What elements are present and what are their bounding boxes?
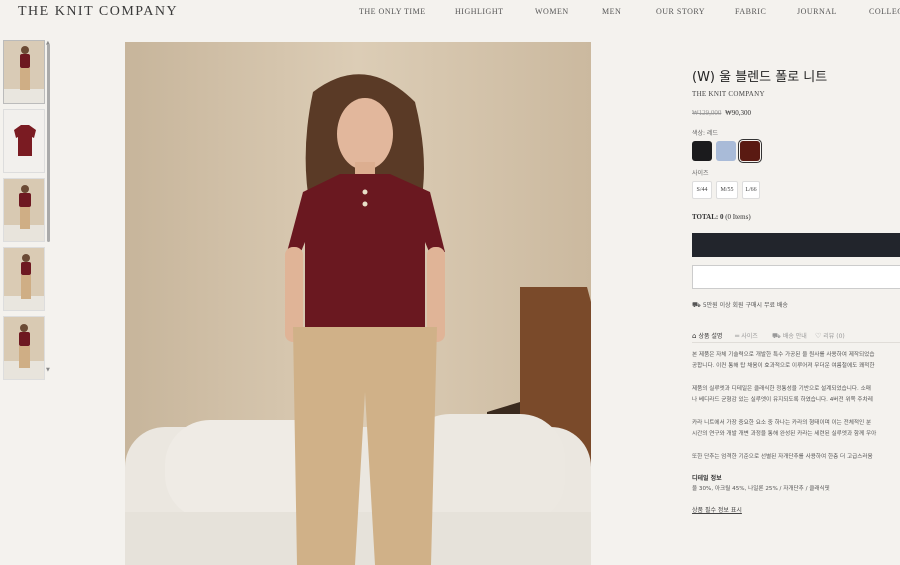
- nav-item-fabric[interactable]: FABRIC: [735, 7, 766, 16]
- thumbnail-1[interactable]: [3, 40, 45, 104]
- chat-icon: ♡: [815, 332, 822, 340]
- shipping-note-text: 5만원 이상 회원 구매시 무료 배송: [702, 302, 788, 309]
- size-option-m55[interactable]: M/55: [716, 181, 738, 199]
- thumbnail-image: [4, 110, 44, 172]
- description-p3-line2: 시간의 연구와 개발 개변 과정을 통해 완성된 카라는 세련된 실루엣과 함께…: [692, 431, 877, 437]
- thumbnail-4[interactable]: [3, 247, 45, 311]
- thumbnail-5[interactable]: [3, 316, 45, 380]
- product-title: (W) 울 블렌드 폴로 니트: [692, 70, 828, 85]
- nav-item-highlight[interactable]: HIGHLIGHT: [455, 7, 504, 16]
- color-swatch-red[interactable]: [738, 139, 762, 163]
- thumbnail-image: [4, 248, 44, 310]
- tag-icon: ⌂: [692, 332, 697, 340]
- total-value: 0: [719, 213, 724, 221]
- product-photo: [125, 42, 591, 565]
- description-p4-line1: 또한 단추는 엄격한 기준으로 선별된 자개단추를 사용하여 한층 더 고급스러…: [692, 454, 873, 460]
- nav-item-women[interactable]: WOMEN: [535, 7, 569, 16]
- description-p3-line1: 카라 니트에서 가장 중요한 요소 중 하나는 카라의 형태이며 이는 전체적인…: [692, 420, 872, 426]
- tab-shipping[interactable]: ⛟ 배송 안내: [772, 331, 807, 341]
- total-items: (0 Items): [725, 213, 751, 221]
- thumbnail-scrollbar[interactable]: [47, 44, 50, 242]
- nav-item-the-only-time[interactable]: THE ONLY TIME: [359, 7, 426, 16]
- total-summary: TOTAL: 0 (0 Items): [692, 213, 751, 221]
- total-label: TOTAL:: [692, 213, 719, 221]
- buy-now-button[interactable]: [692, 233, 900, 257]
- tab-review[interactable]: ♡ 리뷰 (0): [815, 331, 845, 340]
- size-option-s44[interactable]: S/44: [692, 181, 712, 199]
- scroll-down-icon[interactable]: ▼: [46, 367, 50, 373]
- description-p1-line2: 공합니다. 이컨 통해 탑 채움이 효과적으로 이루어져 무더운 여름철에도 쾌…: [692, 363, 875, 369]
- thumbnail-2[interactable]: [3, 109, 45, 173]
- thumbnail-image: [4, 179, 44, 241]
- main-product-image[interactable]: [125, 42, 591, 565]
- sale-price: ₩90,300: [725, 109, 751, 117]
- truck-icon: ⛟: [772, 332, 781, 340]
- truck-icon: ⛟: [692, 301, 701, 309]
- add-to-cart-button[interactable]: [692, 265, 900, 289]
- color-label: 색상: 레드: [692, 130, 719, 137]
- color-swatch-light-blue[interactable]: [716, 141, 736, 161]
- tab-review-label: 리뷰 (0): [823, 333, 845, 340]
- thumbnail-image: [4, 41, 44, 103]
- size-label: 사이즈: [692, 170, 709, 177]
- shipping-note: ⛟ 5만원 이상 회원 구매시 무료 배송: [692, 300, 788, 310]
- nav-item-men[interactable]: MEN: [602, 7, 621, 16]
- thumbnail-3[interactable]: [3, 178, 45, 242]
- tab-detail[interactable]: ⌂ 상품 설명: [692, 331, 722, 340]
- thumbnail-image: [4, 317, 44, 379]
- brand-logo[interactable]: THE KNIT COMPANY: [18, 4, 178, 20]
- nav-item-collect[interactable]: COLLECT: [869, 7, 900, 16]
- nav-item-our-story[interactable]: OUR STORY: [656, 7, 705, 16]
- tab-size[interactable]: ═ 사이즈: [735, 331, 758, 340]
- color-swatch-black[interactable]: [692, 141, 712, 161]
- detail-info-heading: 디테일 정보: [692, 475, 722, 482]
- tab-size-label: 사이즈: [741, 333, 758, 340]
- detail-info-text: 울 30%, 아크릴 45%, 나일론 25% / 자개단추 / 클래식핏: [692, 486, 830, 492]
- size-option-l66[interactable]: L/66: [742, 181, 760, 199]
- site-header: THE KNIT COMPANY THE ONLY TIME HIGHLIGHT…: [0, 0, 900, 26]
- nav-item-journal[interactable]: JOURNAL: [797, 7, 837, 16]
- price-row: ₩129,000 ₩90,300: [692, 109, 751, 117]
- tab-detail-label: 상품 설명: [698, 333, 723, 340]
- product-brand[interactable]: THE KNIT COMPANY: [692, 90, 765, 98]
- product-info-link[interactable]: 상품 필수 정보 표시: [692, 505, 742, 514]
- tab-shipping-label: 배송 안내: [782, 333, 807, 340]
- description-p1-line1: 본 제품은 자체 기술력으로 개발한 특수 가공된 울 원사를 사용하여 제작되…: [692, 352, 875, 358]
- detail-tabs: ⌂ 상품 설명 ═ 사이즈 ⛟ 배송 안내 ♡ 리뷰 (0): [692, 331, 900, 343]
- original-price: ₩129,000: [692, 109, 722, 117]
- ruler-icon: ═: [735, 332, 740, 340]
- description-p2-line1: 제품의 실루엣과 디테일은 클래식한 정통성을 기반으로 설계되었습니다. 소매: [692, 386, 871, 392]
- description-p2-line2: 나 베디라드 균형감 있는 실루엣이 유지되도록 하였습니다. 4버전 위쪽 주…: [692, 397, 873, 403]
